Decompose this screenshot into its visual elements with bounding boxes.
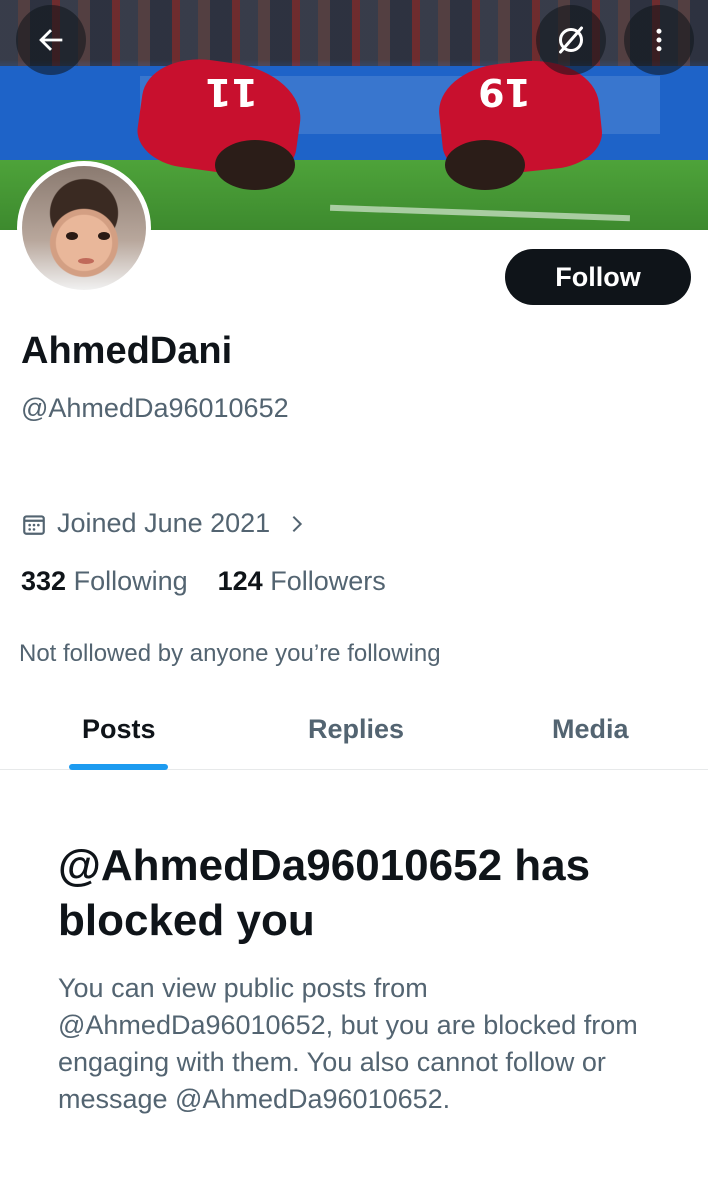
calendar-icon xyxy=(23,514,45,535)
grok-icon xyxy=(559,26,583,54)
tab-replies[interactable]: Replies xyxy=(308,714,404,745)
avatar[interactable] xyxy=(17,161,151,295)
profile-tabs: Posts Replies Media xyxy=(0,690,708,770)
jersey-number-left: 11 xyxy=(205,70,258,114)
jersey-number-right: 19 xyxy=(478,70,531,114)
joined-date[interactable]: Joined June 2021 xyxy=(21,508,308,539)
joined-label: Joined June 2021 xyxy=(57,508,271,538)
more-vertical-icon xyxy=(656,28,662,52)
more-button[interactable] xyxy=(624,5,694,75)
chevron-right-icon xyxy=(292,515,303,532)
followers-label: Followers xyxy=(270,566,386,596)
display-name: AhmedDani xyxy=(21,330,233,372)
user-handle: @AhmedDa96010652 xyxy=(21,393,289,423)
not-followed-notice: Not followed by anyone you’re following xyxy=(19,640,441,667)
grok-button[interactable] xyxy=(536,5,606,75)
banner-advertising-board xyxy=(0,66,708,162)
tab-posts[interactable]: Posts xyxy=(82,714,156,745)
followers-count: 124 xyxy=(217,566,263,596)
followers-link[interactable]: 124 Followers xyxy=(218,566,386,597)
back-button[interactable] xyxy=(16,5,86,75)
tab-media[interactable]: Media xyxy=(552,714,629,745)
arrow-left-icon xyxy=(39,29,63,51)
follow-button[interactable]: Follow xyxy=(505,249,691,305)
following-count: 332 xyxy=(21,566,67,596)
blocked-description: You can view public posts from @AhmedDa9… xyxy=(58,973,638,1114)
follow-stats: 332 Following 124 Followers xyxy=(21,566,386,597)
active-tab-indicator xyxy=(69,764,168,770)
following-label: Following xyxy=(73,566,188,596)
following-link[interactable]: 332 Following xyxy=(21,566,188,597)
blocked-title: @AhmedDa96010652 has blocked you xyxy=(58,841,591,945)
